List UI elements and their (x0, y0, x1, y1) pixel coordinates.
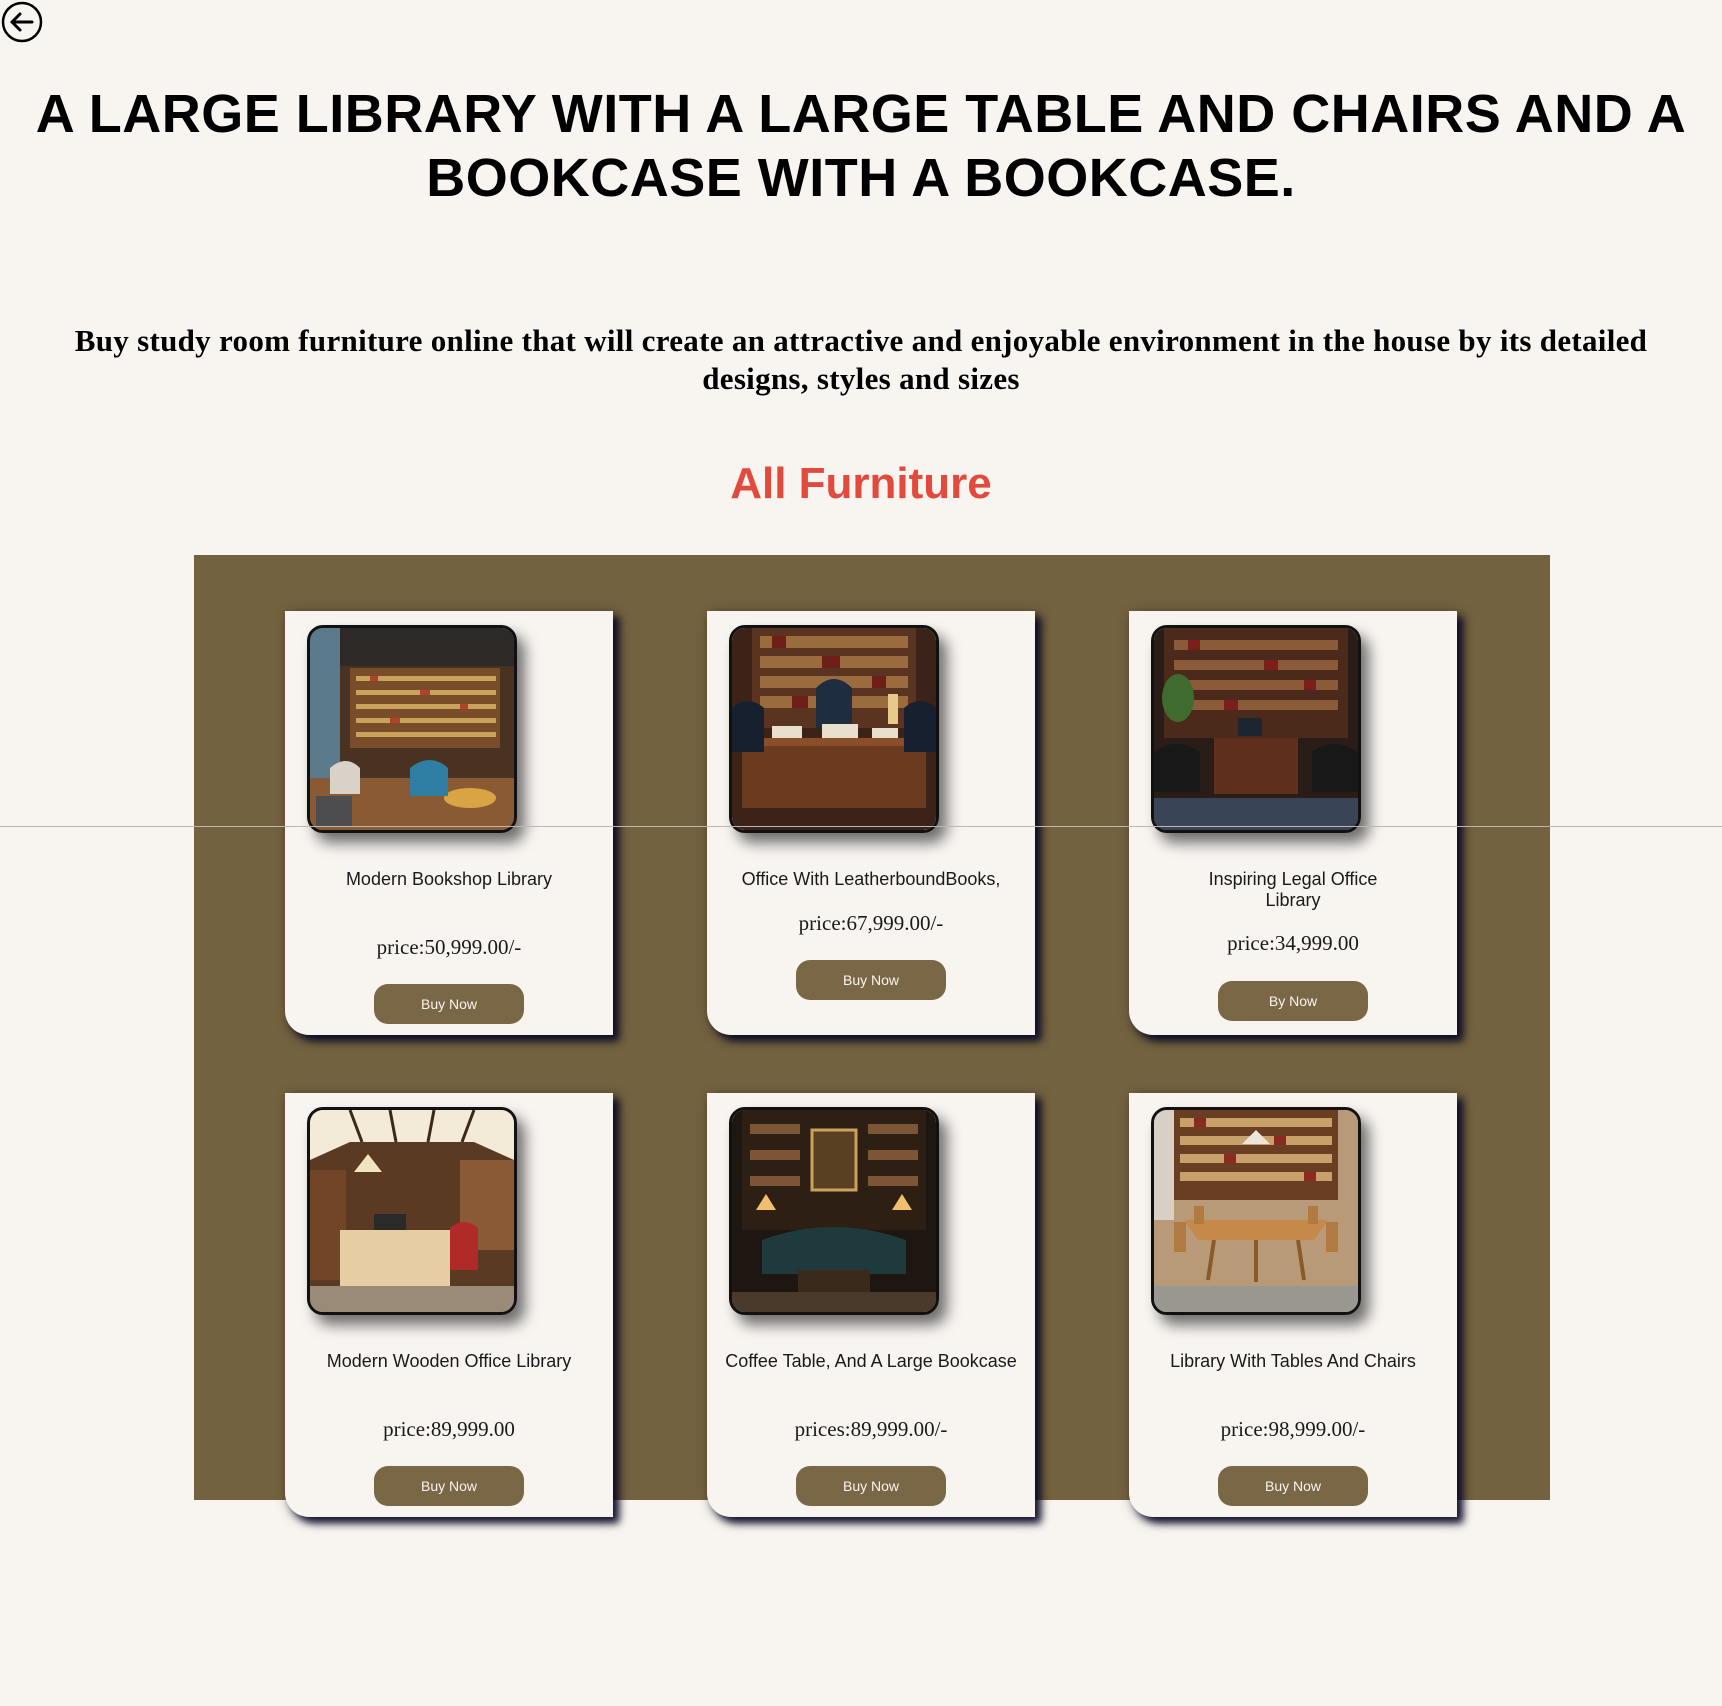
product-name: Modern Bookshop Library (345, 869, 553, 889)
product-card: Inspiring Legal Office Library price:34,… (1129, 611, 1457, 1035)
product-card: Library With Tables And Chairs price:98,… (1129, 1093, 1457, 1517)
product-price: price:50,999.00/- (376, 935, 522, 959)
product-card: Coffee Table, And A Large Bookcase price… (707, 1093, 1035, 1517)
product-card: Modern Wooden Office Library price:89,99… (285, 1093, 613, 1517)
product-name: Modern Wooden Office Library (326, 1351, 572, 1371)
product-price: price:89,999.00 (383, 1417, 515, 1441)
product-name: Library With Tables And Chairs (1170, 1351, 1416, 1371)
section-title: All Furniture (730, 459, 992, 508)
divider-line (0, 826, 1722, 827)
back-button[interactable] (0, 0, 44, 44)
product-name: Office With LeatherboundBooks, (741, 869, 1001, 889)
product-name: Inspiring Legal Office Library (1208, 869, 1378, 910)
product-image[interactable] (307, 1107, 517, 1315)
product-price: price:34,999.00 (1227, 931, 1359, 955)
product-price: prices:89,999.00/- (794, 1417, 948, 1441)
buy-now-button[interactable]: Buy Now (1218, 1466, 1368, 1506)
buy-now-button[interactable]: Buy Now (796, 1466, 946, 1506)
page-title: A LARGE LIBRARY WITH A LARGE TABLE AND C… (35, 84, 1687, 208)
buy-now-button[interactable]: Buy Now (374, 984, 524, 1024)
product-image[interactable] (729, 625, 939, 833)
buy-now-button[interactable]: Buy Now (796, 960, 946, 1000)
buy-now-button[interactable]: Buy Now (374, 1466, 524, 1506)
buy-now-button[interactable]: By Now (1218, 981, 1368, 1021)
product-image[interactable] (1151, 625, 1361, 833)
product-card: Office With LeatherboundBooks, price:67,… (707, 611, 1035, 1035)
back-arrow-icon (1, 1, 43, 43)
product-image[interactable] (307, 625, 517, 833)
product-price: price:67,999.00/- (798, 911, 944, 935)
product-price: price:98,999.00/- (1220, 1417, 1366, 1441)
product-card: Modern Bookshop Library price:50,999.00/… (285, 611, 613, 1035)
product-image[interactable] (1151, 1107, 1361, 1315)
product-name: Coffee Table, And A Large Bookcase (725, 1351, 1017, 1371)
product-image[interactable] (729, 1107, 939, 1315)
page-subtitle: Buy study room furniture online that wil… (74, 323, 1648, 396)
